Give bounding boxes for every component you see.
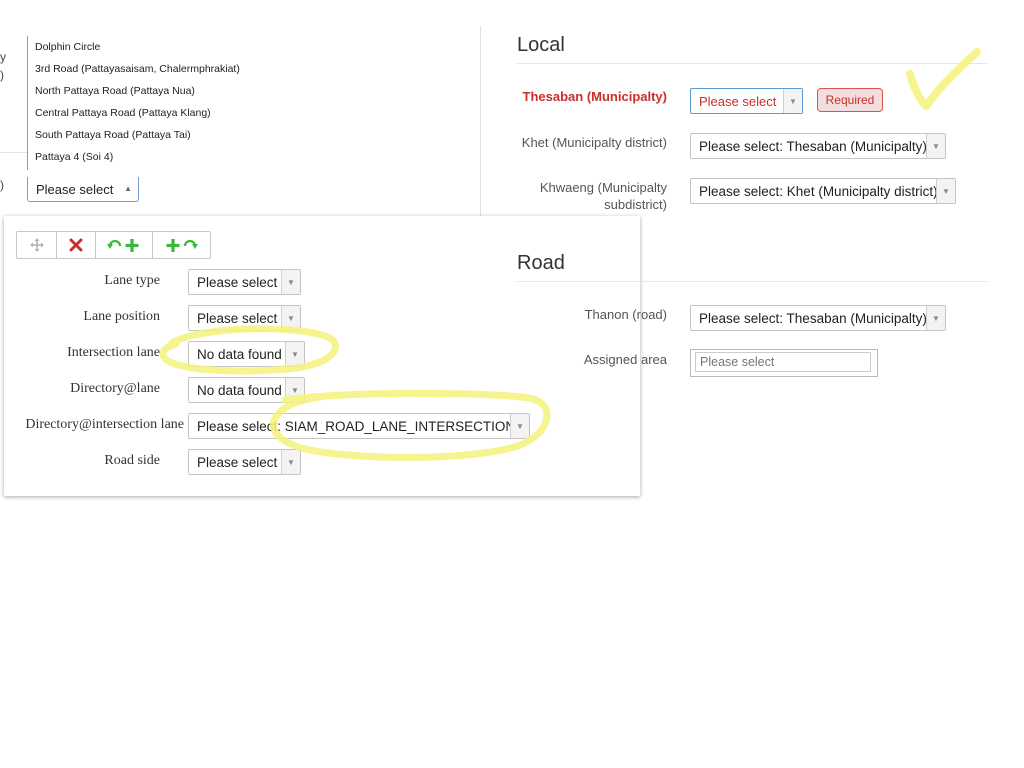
road-dropdown-list: Dolphin Circle 3rd Road (Pattayasaisam, … bbox=[27, 36, 268, 170]
khet-label: Khet (Municipalty district) bbox=[521, 135, 667, 150]
dropdown-option[interactable]: Dolphin Circle bbox=[35, 41, 100, 53]
dropdown-option[interactable]: 3rd Road (Pattayasaisam, Chalermphrakiat… bbox=[35, 63, 240, 75]
checkmark-icon bbox=[906, 48, 981, 110]
add-redo-button[interactable] bbox=[153, 232, 210, 258]
dropdown-option[interactable]: Pattaya 4 (Soi 4) bbox=[35, 151, 113, 163]
thanon-select[interactable]: Please select: Thesaban (Municipalty) ▼ bbox=[690, 305, 946, 331]
select-value: No data found bbox=[197, 347, 282, 362]
select-value: Please select: SIAM_ROAD_LANE_INTERSECTI… bbox=[197, 419, 516, 434]
chevron-down-icon: ▼ bbox=[281, 306, 300, 330]
cut-off-label-fragment: ) bbox=[0, 178, 4, 192]
panel-toolbar bbox=[16, 231, 211, 259]
khwaeng-label-line2: subdistrict) bbox=[604, 197, 667, 212]
khet-select[interactable]: Please select: Thesaban (Municipalty) ▼ bbox=[690, 133, 946, 159]
dropdown-option[interactable]: North Pattaya Road (Pattaya Nua) bbox=[35, 85, 195, 97]
assigned-area-input[interactable] bbox=[695, 352, 871, 372]
move-button[interactable] bbox=[17, 232, 57, 258]
close-icon bbox=[69, 238, 83, 252]
lane-position-label: Lane position bbox=[83, 309, 160, 324]
undo-add-button[interactable] bbox=[96, 232, 153, 258]
directory-lane-label: Directory@lane bbox=[70, 381, 160, 396]
khwaeng-select[interactable]: Please select: Khet (Municipalty distric… bbox=[690, 178, 956, 204]
directory-lane-select[interactable]: No data found ▼ bbox=[188, 377, 305, 403]
dropdown-option[interactable]: Central Pattaya Road (Pattaya Klang) bbox=[35, 107, 211, 119]
intersection-lane-select[interactable]: No data found ▼ bbox=[188, 341, 305, 367]
chevron-down-icon: ▼ bbox=[285, 342, 304, 366]
lane-type-label: Lane type bbox=[104, 273, 160, 288]
road-side-label: Road side bbox=[104, 453, 160, 468]
section-divider bbox=[517, 281, 987, 282]
directory-intersection-lane-select[interactable]: Please select: SIAM_ROAD_LANE_INTERSECTI… bbox=[188, 413, 530, 439]
divider bbox=[0, 152, 27, 153]
undo-add-icon bbox=[107, 239, 139, 252]
thesaban-label: Thesaban (Municipalty) bbox=[522, 89, 667, 104]
lane-type-select[interactable]: Please select ▼ bbox=[188, 269, 301, 295]
select-value: Please select bbox=[197, 455, 278, 470]
dropdown-option[interactable]: South Pattaya Road (Pattaya Tai) bbox=[35, 129, 191, 141]
chevron-down-icon: ▼ bbox=[783, 89, 802, 113]
local-section-title: Local bbox=[517, 34, 565, 56]
select-value: Please select bbox=[197, 311, 278, 326]
road-section-title: Road bbox=[517, 252, 565, 274]
select-value: Please select: Thesaban (Municipalty) bbox=[699, 311, 927, 326]
thesaban-select[interactable]: Please select ▼ bbox=[690, 88, 803, 114]
road-side-select[interactable]: Please select ▼ bbox=[188, 449, 301, 475]
chevron-down-icon: ▼ bbox=[281, 270, 300, 294]
assigned-area-label: Assigned area bbox=[583, 352, 667, 367]
road-select-open[interactable]: Please select ▲ bbox=[27, 177, 139, 202]
thanon-label: Thanon (road) bbox=[584, 307, 667, 322]
chevron-down-icon: ▼ bbox=[285, 378, 304, 402]
select-value: Please select: Thesaban (Municipalty) bbox=[699, 139, 927, 154]
select-value: Please select bbox=[197, 275, 278, 290]
chevron-down-icon: ▼ bbox=[926, 134, 945, 158]
chevron-down-icon: ▼ bbox=[926, 306, 945, 330]
chevron-up-icon: ▲ bbox=[124, 184, 132, 193]
directory-intersection-lane-label: Directory@intersection lane bbox=[25, 417, 184, 432]
intersection-lane-label: Intersection lane bbox=[67, 345, 160, 360]
assigned-area-field[interactable] bbox=[690, 349, 878, 377]
select-value: Please select: Khet (Municipalty distric… bbox=[699, 184, 938, 199]
move-icon bbox=[29, 238, 44, 252]
select-value: No data found bbox=[197, 383, 282, 398]
chevron-down-icon: ▼ bbox=[281, 450, 300, 474]
cut-off-label-fragment: ) bbox=[0, 68, 4, 82]
section-divider bbox=[517, 63, 987, 64]
lane-position-select[interactable]: Please select ▼ bbox=[188, 305, 301, 331]
add-redo-icon bbox=[166, 239, 198, 252]
required-badge: Required bbox=[817, 88, 883, 112]
chevron-down-icon: ▼ bbox=[510, 414, 529, 438]
road-select-value: Please select bbox=[36, 182, 114, 197]
select-value: Please select bbox=[699, 94, 777, 109]
khwaeng-label-line1: Khwaeng (Municipalty bbox=[539, 180, 667, 195]
cut-off-label-fragment: y bbox=[0, 50, 6, 64]
chevron-down-icon: ▼ bbox=[936, 179, 955, 203]
delete-button[interactable] bbox=[57, 232, 96, 258]
khwaeng-label: Khwaeng (Municipalty subdistrict) bbox=[540, 179, 667, 213]
